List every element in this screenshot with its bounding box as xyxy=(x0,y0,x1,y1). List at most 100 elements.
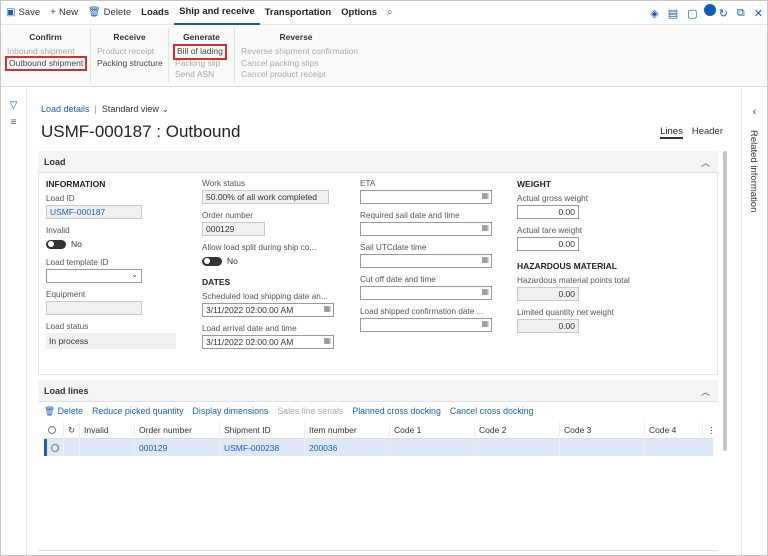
work-status-label: Work status xyxy=(202,179,246,188)
calendar-icon[interactable]: ▦ xyxy=(481,287,489,296)
load-section-body: INFORMATION Load ID USMF-000187 Invalid … xyxy=(38,173,718,375)
load-id-field[interactable]: USMF-000187 xyxy=(46,205,142,219)
search-button[interactable]: ⌕ xyxy=(382,1,401,25)
cell-code-1[interactable] xyxy=(390,439,475,456)
refresh-icon[interactable]: ↻ xyxy=(719,7,728,20)
required-sail-field[interactable]: ▦ xyxy=(360,222,492,236)
cutoff-field[interactable]: ▦ xyxy=(360,286,492,300)
toggle-switch xyxy=(46,239,66,249)
shipped-confirmation-field[interactable]: ▦ xyxy=(360,318,492,332)
arrival-date-field[interactable]: 3/11/2022 02:00:00 AM ▦ xyxy=(202,335,334,349)
related-information-pane[interactable]: ‹ Related information xyxy=(741,88,767,555)
vertical-scrollbar[interactable] xyxy=(723,151,727,451)
delete-line-button[interactable]: 🗑 Delete xyxy=(44,406,83,417)
calendar-icon[interactable]: ▦ xyxy=(481,319,489,328)
equipment-field[interactable] xyxy=(46,301,142,315)
filter-icon[interactable]: ▽ xyxy=(1,100,26,111)
eta-field[interactable]: ▦ xyxy=(360,190,492,204)
chevron-left-icon[interactable]: ‹ xyxy=(742,106,767,118)
load-id-label: Load ID xyxy=(46,194,75,203)
notifications-icon[interactable]: ▢ 0 xyxy=(687,3,716,20)
column-header-code-3[interactable]: Code 3 xyxy=(560,421,645,439)
tab-header[interactable]: Header xyxy=(692,126,723,139)
breadcrumb-load-details[interactable]: Load details xyxy=(41,104,90,114)
column-header-code-2[interactable]: Code 2 xyxy=(475,421,560,439)
calendar-icon[interactable]: ▦ xyxy=(481,223,489,232)
calendar-icon[interactable]: ▦ xyxy=(481,255,489,264)
tare-weight-field[interactable]: 0.00 xyxy=(517,237,579,251)
send-asn-button[interactable]: Send ASN xyxy=(175,69,228,81)
sales-line-serials-button[interactable]: Sales line serials xyxy=(277,406,343,417)
cell-code-2[interactable] xyxy=(475,439,560,456)
display-dimensions-button[interactable]: Display dimensions xyxy=(193,406,269,417)
column-header-invalid[interactable]: Invalid xyxy=(80,421,135,439)
column-header-item-number[interactable]: Item number xyxy=(305,421,390,439)
list-icon[interactable]: ≡ xyxy=(1,117,26,128)
calendar-icon[interactable]: ▦ xyxy=(323,336,331,345)
cell-invalid[interactable] xyxy=(80,439,135,456)
cell-code-3[interactable] xyxy=(560,439,645,456)
column-header-code-4[interactable]: Code 4 xyxy=(645,421,703,439)
delete-button[interactable]: 🗑 Delete xyxy=(83,1,136,25)
work-status-field[interactable]: 50.00% of all work completed xyxy=(202,190,329,204)
allow-split-toggle[interactable]: No xyxy=(202,254,342,268)
tab-loads[interactable]: Loads xyxy=(136,1,174,25)
load-section-header[interactable]: Load ︿ xyxy=(38,151,718,173)
reverse-shipment-confirmation-button[interactable]: Reverse shipment confirmation xyxy=(241,46,358,58)
invalid-toggle[interactable]: No xyxy=(46,237,181,251)
cell-item-number[interactable]: 200036 xyxy=(305,439,390,456)
diamond-icon[interactable]: ◈ xyxy=(650,7,658,20)
popout-icon[interactable]: ⧉ xyxy=(737,7,745,20)
tab-ship-and-receive[interactable]: Ship and receive xyxy=(174,1,260,25)
column-header-order-number[interactable]: Order number xyxy=(135,421,220,439)
row-select-radio[interactable] xyxy=(47,439,64,456)
product-receipt-button[interactable]: Product receipt xyxy=(97,46,162,58)
outbound-shipment-button[interactable]: Outbound shipment xyxy=(4,55,88,71)
calendar-icon[interactable]: ▦ xyxy=(323,304,331,313)
cancel-packing-slips-button[interactable]: Cancel packing slips xyxy=(241,58,351,70)
cell-code-4[interactable] xyxy=(645,439,713,456)
limited-quantity-label: Limited quantity net weight xyxy=(517,308,614,317)
inbound-shipment-button[interactable]: Inbound shipment xyxy=(7,46,84,58)
more-options-icon[interactable]: ⋮ xyxy=(703,422,713,439)
tab-transportation[interactable]: Transportation xyxy=(260,1,337,25)
tab-options[interactable]: Options xyxy=(336,1,382,25)
weight-group-title: WEIGHT xyxy=(517,179,551,189)
planned-cross-docking-button[interactable]: Planned cross docking xyxy=(352,406,441,417)
close-icon[interactable]: ✕ xyxy=(754,7,763,20)
allow-split-label: Allow load split during ship co... xyxy=(202,243,317,252)
tab-lines[interactable]: Lines xyxy=(660,126,683,139)
calendar-icon[interactable]: ▦ xyxy=(481,191,489,200)
office-icon[interactable]: ▤ xyxy=(668,7,678,20)
gross-weight-field[interactable]: 0.00 xyxy=(517,205,579,219)
reduce-picked-quantity-button[interactable]: Reduce picked quantity xyxy=(92,406,183,417)
view-selector[interactable]: Standard view ⌄ xyxy=(102,104,169,114)
order-number-field[interactable]: 000129 xyxy=(202,222,265,236)
packing-slip-button[interactable]: Packing slip xyxy=(175,58,228,70)
bill-of-lading-button[interactable]: Bill of lading xyxy=(173,44,227,60)
ribbon-group-title: Confirm xyxy=(29,32,62,42)
refresh-grid-icon[interactable]: ↻ xyxy=(64,421,80,439)
cell-shipment-id[interactable]: USMF-000238 xyxy=(220,439,305,456)
column-header-shipment-id[interactable]: Shipment ID xyxy=(220,421,305,439)
ribbon-group-generate: Generate Bill of lading Packing slip Sen… xyxy=(169,28,235,82)
column-header-code-1[interactable]: Code 1 xyxy=(390,421,475,439)
packing-structure-button[interactable]: Packing structure xyxy=(97,58,163,70)
cell-order-number[interactable]: 000129 xyxy=(135,439,220,456)
new-button[interactable]: + New xyxy=(45,1,83,25)
select-all-radio[interactable] xyxy=(44,421,64,439)
load-template-select[interactable]: ⌄ xyxy=(46,269,142,283)
limited-quantity-field[interactable]: 0.00 xyxy=(517,319,579,333)
sail-utc-field[interactable]: ▦ xyxy=(360,254,492,268)
arrival-date-label: Load arrival date and time xyxy=(202,324,297,333)
hazard-points-field[interactable]: 0.00 xyxy=(517,287,579,301)
save-button[interactable]: ▣ Save xyxy=(1,1,45,25)
chevron-up-icon[interactable]: ︿ xyxy=(701,385,710,398)
scheduled-shipping-field[interactable]: 3/11/2022 02:00:00 AM ▦ xyxy=(202,303,334,317)
chevron-down-icon: ⌄ xyxy=(131,270,138,279)
load-lines-section-header[interactable]: Load lines ︿ xyxy=(38,380,718,402)
chevron-up-icon[interactable]: ︿ xyxy=(701,156,710,169)
cancel-cross-docking-button[interactable]: Cancel cross docking xyxy=(450,406,534,417)
cancel-product-receipt-button[interactable]: Cancel product receipt xyxy=(241,69,351,81)
table-row[interactable]: 000129 USMF-000238 200036 xyxy=(44,439,713,456)
